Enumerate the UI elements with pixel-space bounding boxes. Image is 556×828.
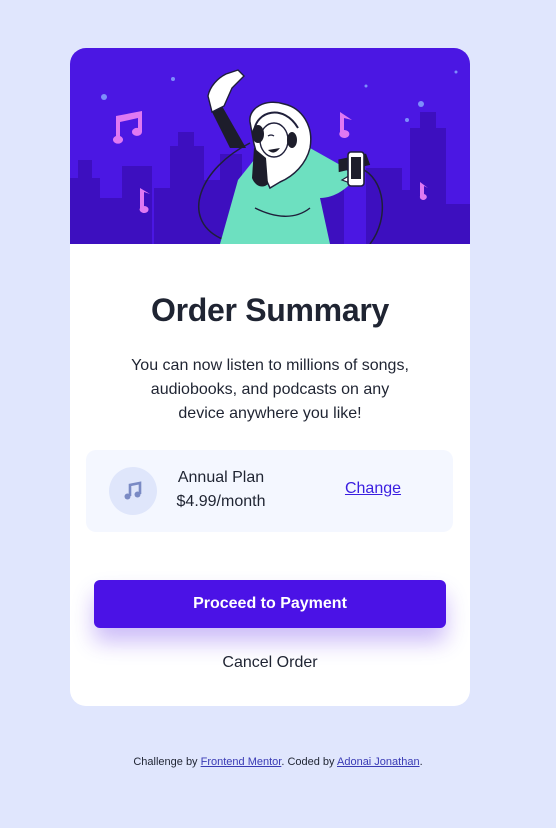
change-plan-link[interactable]: Change (338, 477, 408, 501)
attribution-footer: Challenge by Frontend Mentor. Coded by A… (0, 755, 556, 769)
plan-name: Annual Plan (177, 469, 265, 486)
order-description: You can now listen to millions of songs,… (131, 357, 409, 422)
cancel-order-button[interactable]: Cancel Order (70, 651, 470, 675)
proceed-to-payment-button[interactable]: Proceed to Payment (94, 580, 446, 628)
frontend-mentor-link[interactable]: Frontend Mentor (201, 756, 282, 768)
hero-illustration (70, 48, 470, 244)
footer-challenge-text: Challenge by (133, 756, 198, 768)
plan-icon-badge (109, 467, 157, 515)
author-link[interactable]: Adonai Jonathan (337, 756, 420, 768)
page-title: Order Summary (151, 292, 389, 328)
plan-price: $4.99/month (176, 493, 266, 510)
order-summary-card: Order Summary You can now listen to mill… (70, 48, 470, 706)
plan-summary: Annual Plan $4.99/month Change (86, 450, 453, 532)
footer-suffix: . (419, 756, 423, 768)
music-note-icon (124, 481, 142, 500)
dancing-person-illustration (70, 69, 470, 244)
footer-coded-text: . Coded by (281, 756, 335, 768)
